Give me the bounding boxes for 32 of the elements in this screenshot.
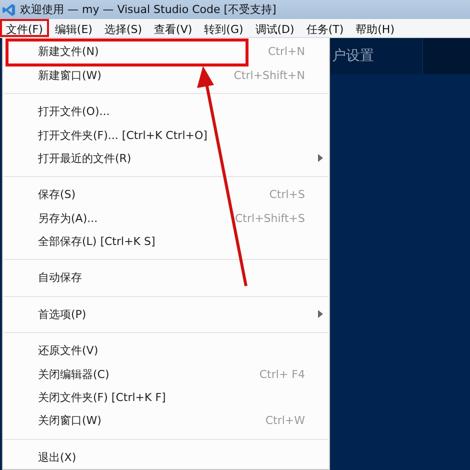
menu-item[interactable]: 关闭编辑器(C) Ctrl+ F4 — [3, 362, 329, 386]
shortcut-text: Ctrl+S — [269, 188, 305, 202]
shortcut-text: Ctrl+N — [268, 45, 305, 58]
menu-title[interactable]: 查看(V) — [148, 19, 198, 38]
editor-tab[interactable]: 户设置 — [330, 38, 423, 74]
menu-item[interactable]: 另存为(A)... Ctrl+Shift+S — [3, 206, 329, 230]
menu-item[interactable]: 打开最近的文件(R) — [3, 146, 329, 170]
menu-item[interactable]: 保存(S) Ctrl+S — [3, 183, 329, 206]
menu-title[interactable]: 编辑(E) — [48, 19, 98, 38]
menu-item[interactable]: 关闭窗口(W) Ctrl+W — [3, 409, 329, 433]
menu-title[interactable]: 文件(F) — [0, 19, 49, 38]
menu-item[interactable]: 新建文件(N) Ctrl+N — [3, 40, 329, 64]
shortcut-text: Ctrl+Shift+N — [234, 68, 305, 82]
menu-item[interactable]: 打开文件(O)... — [3, 100, 329, 124]
menu-item[interactable]: 还原文件(V) — [3, 339, 329, 362]
menu-item[interactable]: 关闭文件夹(F) [Ctrl+K F] — [3, 386, 329, 410]
menu-item[interactable]: 自动保存 — [3, 266, 329, 290]
menu-item[interactable]: 全部保存(L) [Ctrl+K S] — [3, 230, 329, 254]
menu-item[interactable]: 首选项(P) — [3, 302, 329, 326]
window-title: 欢迎使用 — my — Visual Studio Code [不受支持] — [20, 2, 276, 18]
menu-item[interactable]: 退出(X) — [3, 446, 329, 469]
menu-title[interactable]: 转到(G) — [198, 19, 250, 38]
menu-title[interactable]: 帮助(H) — [350, 19, 400, 38]
menu-item[interactable]: 打开文件夹(F)... [Ctrl+K Ctrl+O] — [3, 123, 329, 147]
vscode-logo-icon — [2, 2, 16, 17]
shortcut-text: Ctrl+W — [265, 414, 305, 428]
menu-title[interactable]: 选择(S) — [98, 19, 148, 38]
shortcut-text: Ctrl+ F4 — [259, 368, 305, 381]
shortcut-text: Ctrl+Shift+S — [235, 212, 305, 225]
menu-item[interactable]: 新建窗口(W) Ctrl+Shift+N — [3, 64, 329, 87]
menu-title[interactable]: 任务(T) — [300, 19, 350, 38]
menu-title[interactable]: 调试(D) — [249, 19, 300, 38]
